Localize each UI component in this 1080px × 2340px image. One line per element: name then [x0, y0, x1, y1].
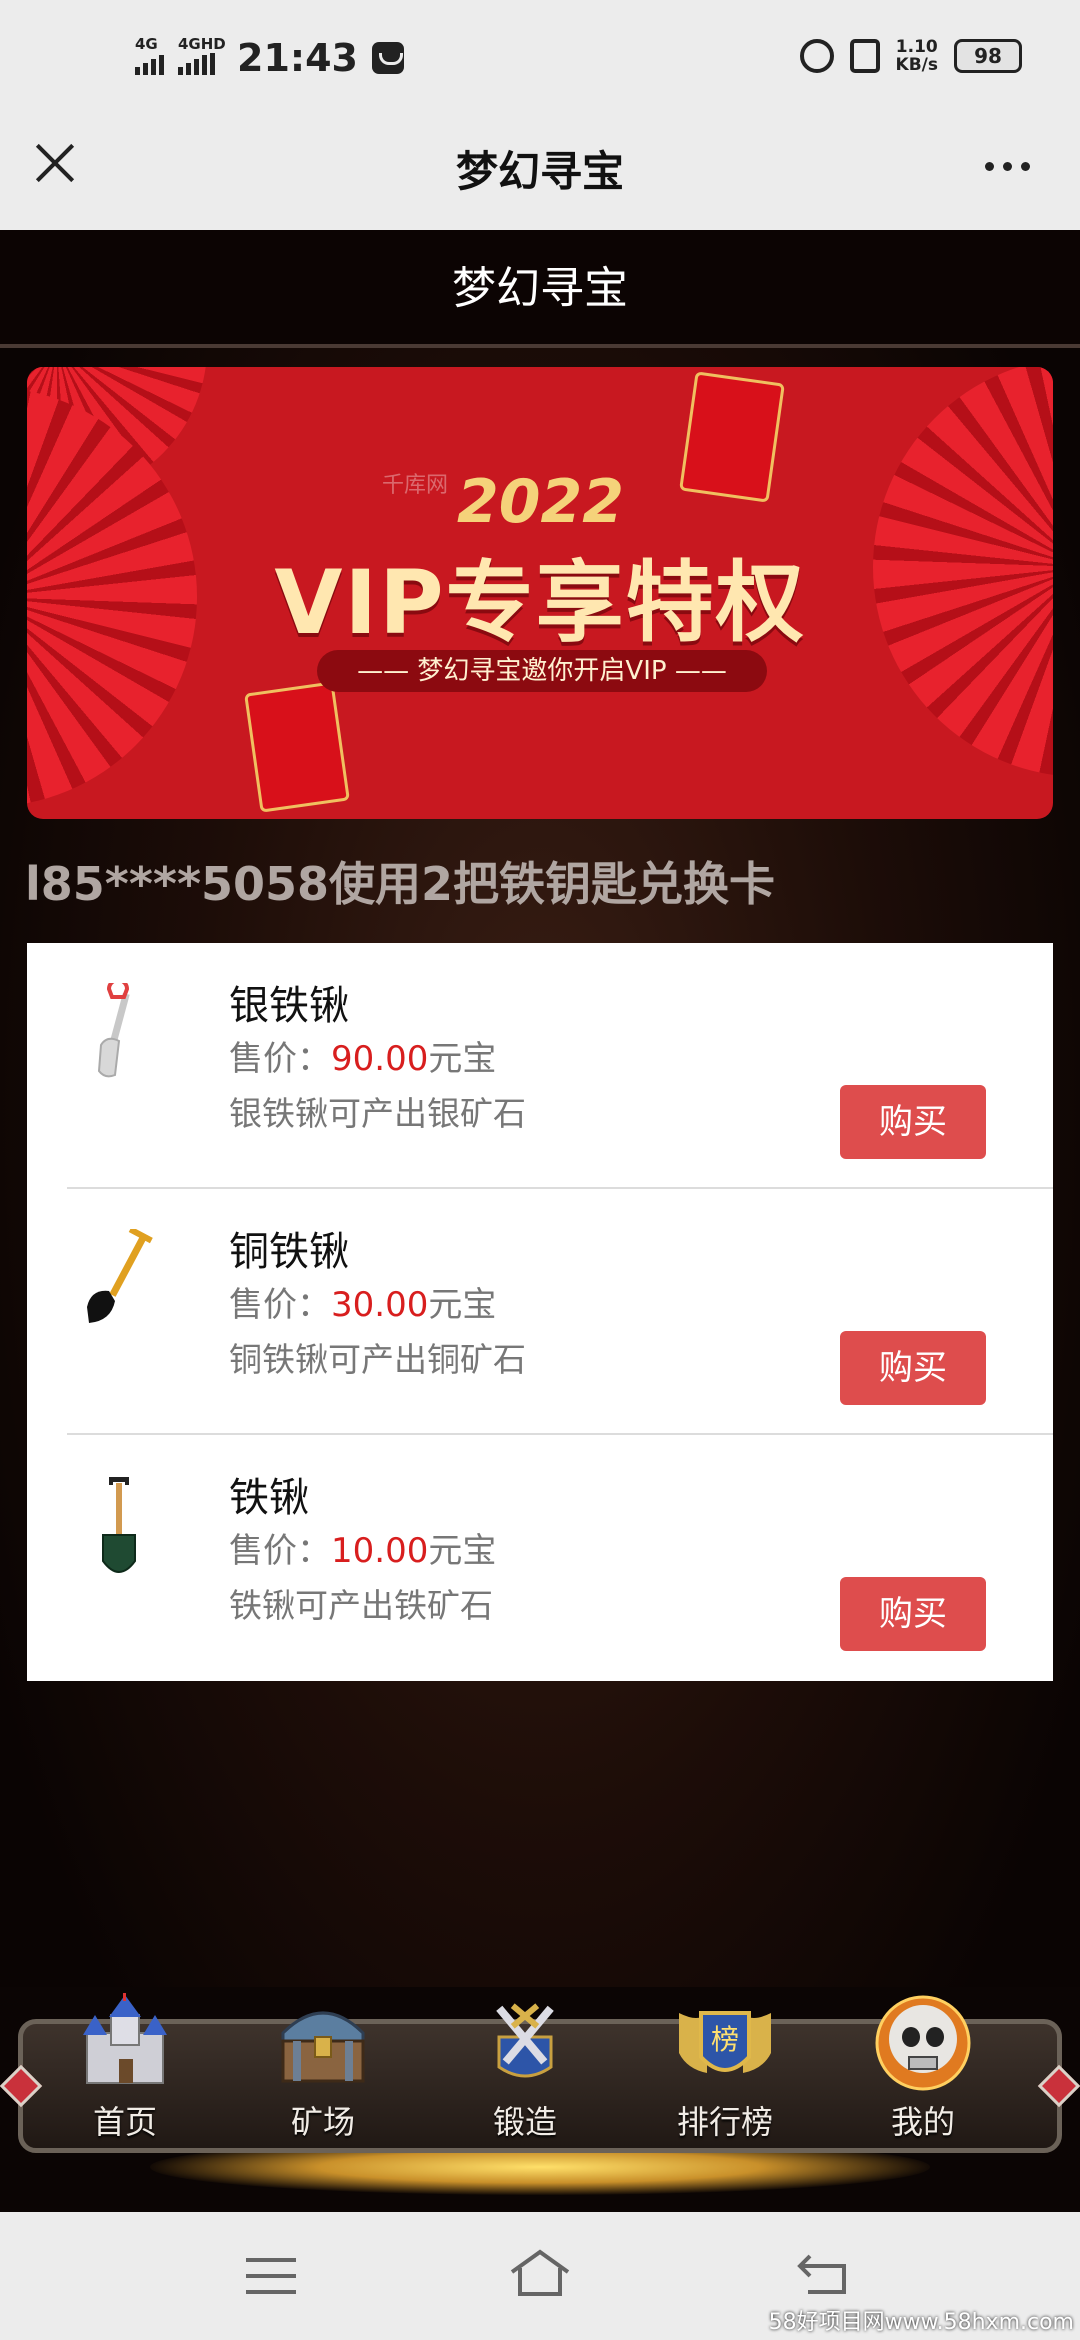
currency-unit: 元宝 [428, 1531, 497, 1571]
alarm-icon [799, 39, 834, 73]
battery-level: 98 [974, 44, 1002, 68]
nav-title: 梦幻寻宝 [455, 147, 624, 196]
network-type-1: 4G [135, 35, 158, 53]
tab-label: 锻造 [492, 2103, 557, 2141]
status-bar: 4G 4GHD 21:43 1.10 KB/s 98 [0, 0, 1080, 110]
tab-forge[interactable]: 锻造 [455, 1993, 595, 2153]
menu-icon[interactable] [246, 2258, 296, 2306]
price-value: 10.00 [331, 1531, 429, 1571]
tab-label: 矿场 [290, 2103, 355, 2141]
announcement-marquee: l85****5058使用2把铁钥匙兑换卡 [25, 857, 776, 911]
item-description: 铁锹可产出铁矿石 [229, 1586, 493, 1625]
tab-label: 排行榜 [676, 2103, 773, 2141]
tab-label: 我的 [890, 2103, 955, 2141]
list-item: 银铁锹 售价：90.00元宝 银铁锹可产出银矿石 购买 [67, 943, 1053, 1189]
tab-home[interactable]: 首页 [55, 1993, 195, 2153]
currency-unit: 元宝 [428, 1039, 497, 1079]
ranking-shield-icon: 榜 [673, 1993, 777, 2093]
item-name: 铁锹 [229, 1475, 309, 1521]
skull-avatar-icon [871, 1993, 975, 2093]
price-label: 售价： [229, 1531, 331, 1571]
network-type-2: 4GHD [178, 35, 226, 53]
item-description: 铜铁锹可产出铜矿石 [229, 1340, 526, 1379]
clock: 21:43 [237, 36, 358, 80]
home-icon[interactable] [508, 2248, 572, 2298]
crossed-swords-icon [473, 1993, 577, 2093]
price-value: 30.00 [331, 1285, 429, 1325]
item-name: 铜铁锹 [229, 1229, 349, 1275]
banner-year: 2022 [457, 467, 624, 537]
battery-icon: 98 [954, 39, 1022, 73]
red-envelope-decoration [679, 371, 785, 503]
item-price: 售价：90.00元宝 [229, 1031, 496, 1080]
banner-title: VIP专享特权 [274, 551, 806, 654]
back-icon[interactable] [796, 2252, 850, 2296]
page-title: 梦幻寻宝 [0, 230, 1080, 348]
list-item: 铁锹 售价：10.00元宝 铁锹可产出铁矿石 购买 [67, 1435, 1053, 1681]
vip-banner[interactable]: 千库网 2022 VIP专享特权 —— 梦幻寻宝邀你开启VIP —— [27, 367, 1053, 819]
banner-faint-text: 千库网 [382, 473, 449, 498]
item-price: 售价：30.00元宝 [229, 1277, 496, 1326]
list-item: 铜铁锹 售价：30.00元宝 铜铁锹可产出铜矿石 购买 [67, 1189, 1053, 1435]
signal-icon: 4G [135, 35, 164, 75]
watermark: 58好项目网www.58hxm.com [768, 2310, 1074, 2335]
tab-profile[interactable]: 我的 [853, 1993, 993, 2153]
price-label: 售价： [229, 1039, 331, 1079]
price-label: 售价： [229, 1285, 331, 1325]
castle-icon [73, 1993, 177, 2093]
iron-shovel-icon [102, 1477, 136, 1573]
tab-ranking[interactable]: 榜 排行榜 [655, 1993, 795, 2153]
buy-button[interactable]: 购买 [840, 1577, 986, 1651]
tab-label: 首页 [92, 2103, 157, 2141]
currency-unit: 元宝 [428, 1285, 497, 1325]
more-options-icon[interactable] [985, 162, 1030, 171]
banner-subtitle: —— 梦幻寻宝邀你开启VIP —— [317, 650, 767, 692]
signal-icon-2: 4GHD [178, 35, 226, 75]
game-page: 梦幻寻宝 千库网 2022 VIP专享特权 —— 梦幻寻宝邀你开启VIP —— … [0, 230, 1080, 2212]
speed-value: 1.10 [895, 37, 938, 57]
copper-shovel-icon [87, 1229, 153, 1323]
game-tab-bar: 首页 矿场 锻造 榜 排行榜 我的 [0, 1987, 1080, 2212]
ranking-badge-text: 榜 [711, 2023, 739, 2056]
treasure-chest-icon [271, 1993, 375, 2093]
speed-unit: KB/s [895, 55, 938, 75]
network-speed: 1.10 KB/s [896, 38, 938, 74]
item-price: 售价：10.00元宝 [229, 1523, 496, 1572]
buy-button[interactable]: 购买 [840, 1085, 986, 1159]
buy-button[interactable]: 购买 [840, 1331, 986, 1405]
silver-shovel-icon [97, 983, 130, 1078]
red-envelope-decoration [244, 681, 350, 813]
shop-list: 银铁锹 售价：90.00元宝 银铁锹可产出银矿石 购买 铜铁锹 售价：30.00… [27, 943, 1053, 1681]
vibrate-icon [849, 39, 880, 73]
item-description: 银铁锹可产出银矿石 [229, 1094, 526, 1133]
message-app-icon [371, 42, 404, 74]
item-name: 银铁锹 [229, 983, 349, 1029]
price-value: 90.00 [331, 1039, 429, 1079]
tab-mine[interactable]: 矿场 [253, 1993, 393, 2153]
webview-nav-bar: 梦幻寻宝 [0, 110, 1080, 230]
